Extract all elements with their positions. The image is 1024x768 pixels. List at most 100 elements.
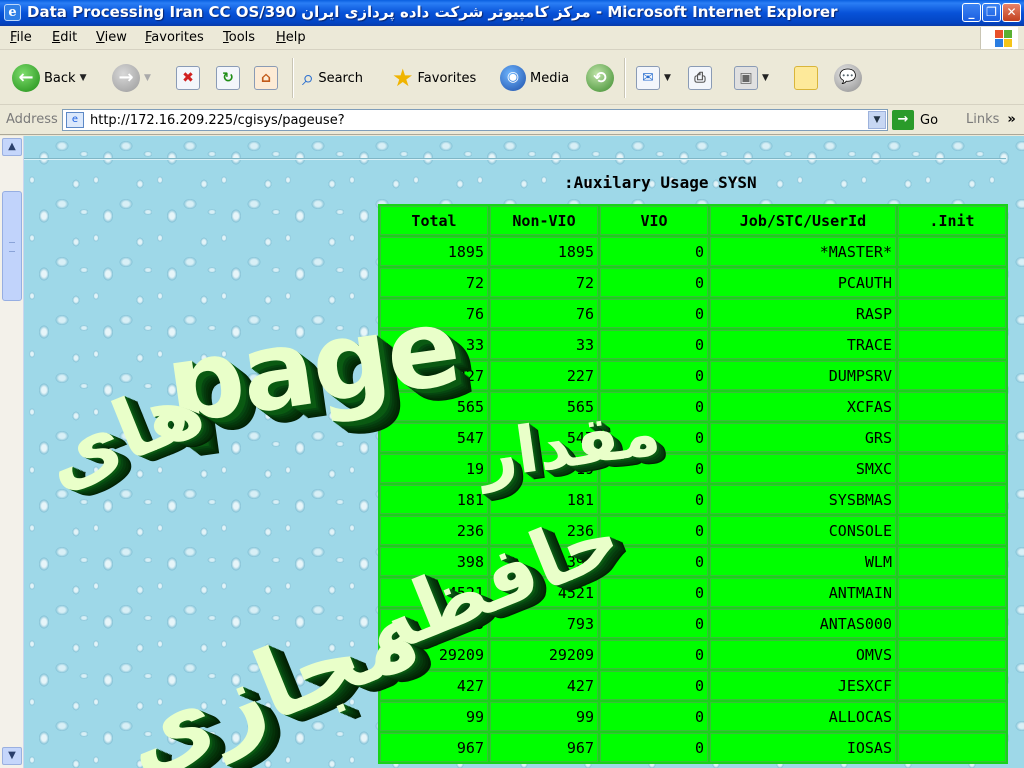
scroll-down-icon[interactable]: ▼ [2, 747, 22, 765]
toolbar: ← Back ▼ → ▼ ✖ ↻ ⌂ ⌕ Search ★ Favorites … [0, 50, 1024, 105]
cell-job: SMXC [710, 454, 896, 483]
go-arrow-icon: → [892, 110, 914, 130]
cell-job: ANTAS000 [710, 609, 896, 638]
cell-job: PCAUTH [710, 268, 896, 297]
menu-favorites[interactable]: Favorites [145, 30, 204, 45]
scroll-up-icon[interactable]: ▲ [2, 138, 22, 156]
table-row: 29209 29209 0 OMVS [380, 640, 1006, 669]
back-button[interactable]: ← Back ▼ [12, 62, 86, 94]
close-button[interactable]: ✕ [1002, 3, 1021, 22]
cell-total: 547 [380, 423, 488, 452]
cell-vio: 0 [600, 702, 708, 731]
address-url[interactable]: http://172.16.209.225/cgisys/pageuse? [90, 113, 345, 128]
cell-job: OMVS [710, 640, 896, 669]
refresh-icon: ↻ [216, 66, 240, 90]
forward-button[interactable]: → ▼ [112, 62, 151, 94]
back-label: Back [44, 70, 76, 86]
scroll-thumb[interactable] [2, 191, 22, 301]
page-icon: e [66, 112, 84, 128]
table-row: 547 547 0 GRS [380, 423, 1006, 452]
mail-button[interactable]: ✉ ▼ [636, 62, 671, 94]
column-header-init: .Init [898, 206, 1006, 235]
logo-blue [995, 39, 1003, 47]
home-button[interactable]: ⌂ [254, 62, 278, 94]
cell-non-vio: 33 [490, 330, 598, 359]
table-row: 19 19 0 SMXC [380, 454, 1006, 483]
cell-job: JESXCF [710, 671, 896, 700]
cell-init [898, 237, 1006, 266]
cell-job: DUMPSRV [710, 361, 896, 390]
edit-dropdown-icon[interactable]: ▼ [762, 73, 769, 83]
column-header-vio: VIO [600, 206, 708, 235]
cell-total: 99 [380, 702, 488, 731]
cell-job: SYSBMAS [710, 485, 896, 514]
history-button[interactable]: ⟲ [586, 62, 614, 94]
maximize-button[interactable]: ❐ [982, 3, 1001, 22]
cell-init [898, 578, 1006, 607]
address-dropdown-icon[interactable]: ▼ [868, 111, 886, 129]
logo-red [995, 30, 1003, 38]
column-header-total: Total [380, 206, 488, 235]
menu-view[interactable]: View [96, 30, 127, 45]
overlay-word-haye: های [30, 358, 217, 509]
media-button[interactable]: ◉ Media [500, 62, 569, 94]
cell-vio: 0 [600, 361, 708, 390]
address-label: Address [6, 112, 58, 127]
cell-job: TRACE [710, 330, 896, 359]
table-row: 427 427 0 JESXCF [380, 671, 1006, 700]
ie-icon[interactable]: e [4, 4, 21, 21]
column-header-job: Job/STC/UserId [710, 206, 896, 235]
cell-non-vio: 1895 [490, 237, 598, 266]
windows-logo-icon [980, 27, 1018, 49]
menu-tools[interactable]: Tools [223, 30, 255, 45]
cell-non-vio: 99 [490, 702, 598, 731]
cell-job: ANTMAIN [710, 578, 896, 607]
cell-init [898, 392, 1006, 421]
cell-init [898, 330, 1006, 359]
toolbar-divider [624, 58, 626, 98]
cell-total: 19 [380, 454, 488, 483]
print-button[interactable]: ⎙ [688, 62, 712, 94]
address-input[interactable]: e http://172.16.209.225/cgisys/pageuse? … [62, 109, 888, 131]
back-dropdown-icon[interactable]: ▼ [80, 73, 87, 83]
table-row: 967 967 0 IOSAS [380, 733, 1006, 762]
table-row: 1895 1895 0 *MASTER* [380, 237, 1006, 266]
edit-icon: ▣ [734, 66, 758, 90]
search-button[interactable]: ⌕ Search [302, 62, 363, 94]
messenger-button[interactable]: 💬 [834, 62, 862, 94]
page-content: :Auxilary Usage SYSN Total Non-VIO VIO J… [24, 136, 1024, 768]
links-button[interactable]: Links » [966, 112, 1016, 127]
toolbar-divider [292, 58, 294, 98]
table-row: 181 181 0 SYSBMAS [380, 485, 1006, 514]
forward-dropdown-icon[interactable]: ▼ [144, 73, 151, 83]
vertical-scrollbar[interactable]: ▲ ▼ [0, 136, 24, 768]
stop-button[interactable]: ✖ [176, 62, 200, 94]
go-button[interactable]: → Go [892, 110, 938, 130]
cell-vio: 0 [600, 640, 708, 669]
cell-vio: 0 [600, 330, 708, 359]
stop-icon: ✖ [176, 66, 200, 90]
discuss-button[interactable] [794, 62, 818, 94]
favorites-button[interactable]: ★ Favorites [392, 62, 476, 94]
note-icon [794, 66, 818, 90]
refresh-button[interactable]: ↻ [216, 62, 240, 94]
menu-file[interactable]: File [10, 30, 32, 45]
cell-total: 181 [380, 485, 488, 514]
cell-init [898, 609, 1006, 638]
cell-job: ALLOCAS [710, 702, 896, 731]
address-bar: Address e http://172.16.209.225/cgisys/p… [0, 105, 1024, 135]
menu-help[interactable]: Help [276, 30, 306, 45]
favorites-star-icon: ★ [392, 64, 414, 92]
cell-job: RASP [710, 299, 896, 328]
media-globe-icon: ◉ [500, 65, 526, 91]
mail-dropdown-icon[interactable]: ▼ [664, 73, 671, 83]
cell-non-vio: 967 [490, 733, 598, 762]
table-row: 99 99 0 ALLOCAS [380, 702, 1006, 731]
edit-button[interactable]: ▣ ▼ [734, 62, 769, 94]
cell-job: IOSAS [710, 733, 896, 762]
minimize-button[interactable]: _ [962, 3, 981, 22]
mail-icon: ✉ [636, 66, 660, 90]
cell-job: WLM [710, 547, 896, 576]
table-body: 1895 1895 0 *MASTER* 72 72 0 PCAUTH 76 76 0 RASP 33 3… [380, 237, 1006, 762]
menu-edit[interactable]: Edit [52, 30, 77, 45]
